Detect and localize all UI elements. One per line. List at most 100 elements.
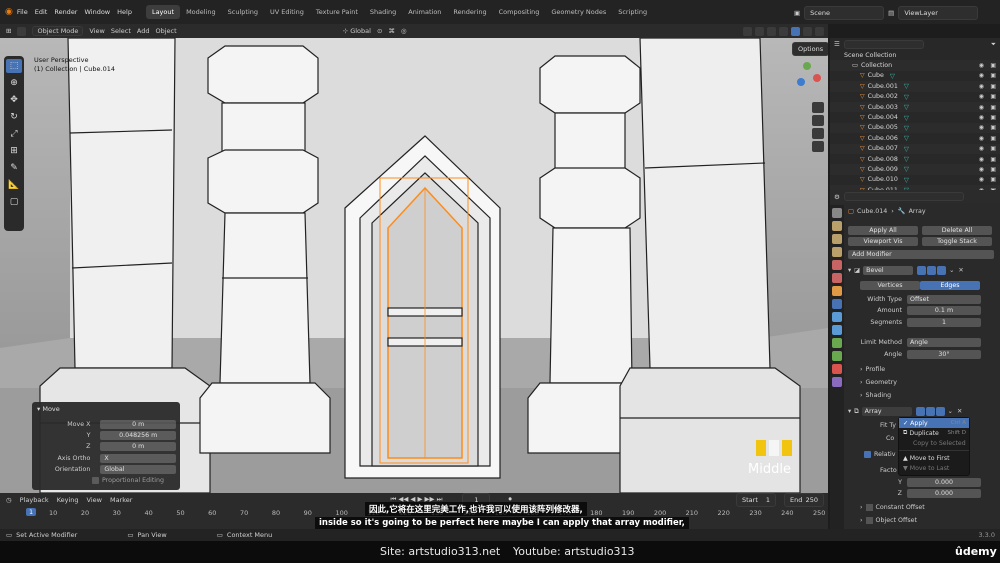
eye-icon[interactable]: ◉ (979, 145, 984, 152)
bevel-viewport-icon[interactable] (927, 266, 937, 275)
outliner-item[interactable]: ▽ Cube.004 ▽ ◉ ▣ (830, 112, 1000, 122)
material-shading-icon[interactable] (803, 26, 812, 36)
annotate-tool-icon[interactable]: ✎ (6, 161, 22, 175)
outliner-search[interactable] (843, 39, 924, 49)
segments-field[interactable]: 1 (907, 318, 981, 327)
camera-icon[interactable]: ▣ (990, 166, 996, 173)
gizmo-z-icon[interactable] (797, 78, 805, 86)
view-layer-tab-icon[interactable] (832, 247, 842, 257)
texture-tab-icon[interactable] (832, 377, 842, 387)
data-tab-icon[interactable] (832, 351, 842, 361)
camera-icon[interactable] (812, 128, 824, 139)
menu-object[interactable]: Object (156, 27, 177, 35)
pan-icon[interactable] (812, 115, 824, 126)
relative-offset-checkbox[interactable] (864, 451, 871, 458)
start-frame-field[interactable]: Start 1 (736, 492, 776, 507)
scene-collection-row[interactable]: Scene Collection (830, 50, 1000, 60)
menu-item-move-to-first[interactable]: ▲ Move to First (899, 453, 969, 463)
camera-icon[interactable]: ▣ (990, 156, 996, 163)
shading-section[interactable]: › Shading (860, 392, 891, 399)
array-collapse-icon[interactable]: ▾ (848, 408, 851, 415)
outliner-item[interactable]: ▽ Cube.008 ▽ ◉ ▣ (830, 154, 1000, 164)
outliner-item[interactable]: ▽ Cube.006 ▽ ◉ ▣ (830, 133, 1000, 143)
move-x-field[interactable]: 0 m (100, 420, 176, 429)
eye-icon[interactable]: ◉ (979, 135, 984, 142)
playhead[interactable]: 1 (26, 508, 37, 516)
menu-help[interactable]: Help (117, 8, 132, 16)
outliner-item[interactable]: ▽ Cube.005 ▽ ◉ ▣ (830, 122, 1000, 134)
bevel-collapse-icon[interactable]: ▾ (848, 267, 851, 274)
mode-select[interactable]: Object Mode (32, 26, 84, 36)
amount-field[interactable]: 0.1 m (907, 306, 981, 315)
proportional-checkbox[interactable] (92, 477, 99, 484)
scale-tool-icon[interactable]: ⤢ (6, 127, 22, 141)
tab-shading[interactable]: Shading (364, 5, 402, 19)
menu-select[interactable]: Select (111, 27, 131, 35)
eye-icon[interactable]: ◉ (979, 176, 984, 183)
array-render-icon[interactable] (935, 407, 945, 416)
constant-offset-checkbox[interactable] (865, 504, 873, 511)
width-type-select[interactable]: Offset (907, 295, 981, 304)
gizmo-x-icon[interactable] (813, 74, 821, 82)
tab-rendering[interactable]: Rendering (447, 5, 492, 19)
filter-icon[interactable]: ⏷ (991, 40, 996, 49)
transform-orientation[interactable]: ⊹ Global (343, 27, 371, 35)
camera-icon[interactable]: ▣ (990, 83, 996, 90)
collection-row[interactable]: ▭ Collection ◉ ▣ (830, 60, 1000, 71)
particles-tab-icon[interactable] (832, 312, 842, 322)
menu-item-apply[interactable]: ✓ Apply Ctrl A (899, 418, 969, 428)
outliner-item[interactable]: ▽ Cube.001 ▽ ◉ ▣ (830, 81, 1000, 92)
menu-render[interactable]: Render (54, 8, 77, 16)
camera-icon[interactable]: ▣ (990, 62, 996, 69)
menu-add[interactable]: Add (137, 27, 150, 35)
axis-ortho-select[interactable]: X (100, 454, 176, 463)
transform-tool-icon[interactable]: ⊞ (6, 144, 22, 158)
constraints-tab-icon[interactable] (832, 338, 842, 348)
grid-icon[interactable] (812, 141, 824, 152)
limit-method-select[interactable]: Angle (907, 338, 981, 347)
gizmo-icon[interactable] (755, 26, 764, 36)
array-editmode-icon[interactable] (915, 407, 925, 416)
object-tab-icon[interactable] (832, 286, 842, 296)
bevel-render-icon[interactable] (937, 266, 947, 275)
editor-type-icon[interactable]: ⊞ (6, 27, 11, 35)
profile-section[interactable]: › Profile (860, 366, 885, 373)
apply-all-button[interactable]: Apply All (848, 226, 918, 235)
array-viewport-icon[interactable] (925, 407, 935, 416)
properties-search[interactable] (843, 192, 964, 201)
move-z-field[interactable]: 0 m (100, 442, 176, 451)
menu-view[interactable]: View (89, 27, 104, 35)
menu-item-move-to-last[interactable]: ▼ Move to Last (899, 463, 969, 473)
camera-icon[interactable]: ▣ (990, 124, 996, 131)
tab-texture-paint[interactable]: Texture Paint (310, 5, 364, 19)
eye-icon[interactable]: ◉ (979, 62, 984, 69)
zoom-icon[interactable] (812, 102, 824, 113)
outliner-type-icon[interactable]: ☰ (834, 40, 840, 48)
menu-edit[interactable]: Edit (35, 8, 48, 16)
angle-field[interactable]: 30° (907, 350, 981, 359)
snap-icon[interactable]: ⌘ (388, 27, 395, 35)
rendered-shading-icon[interactable] (815, 26, 824, 36)
tab-layout[interactable]: Layout (145, 5, 181, 19)
tab-sculpting[interactable]: Sculpting (222, 5, 264, 19)
cursor-tool-icon[interactable]: ⊕ (6, 76, 22, 90)
move-y-field[interactable]: 0.048256 m (100, 431, 176, 440)
scene-field[interactable]: Scene (804, 6, 885, 20)
eye-icon[interactable]: ◉ (979, 93, 984, 100)
eye-icon[interactable]: ◉ (979, 72, 984, 79)
array-y-field[interactable]: 0.000 (907, 478, 981, 487)
bevel-edges-tab[interactable]: Edges (920, 281, 980, 290)
menu-timeline-view[interactable]: View (87, 496, 102, 504)
array-close-icon[interactable]: ✕ (957, 408, 962, 415)
eye-icon[interactable]: ◉ (979, 124, 984, 131)
orientation-select[interactable]: Global (100, 465, 176, 474)
eye-icon[interactable]: ◉ (979, 156, 984, 163)
menu-item-duplicate[interactable]: ⧉ Duplicate Shift D (899, 428, 969, 438)
render-tab-icon[interactable] (832, 221, 842, 231)
tab-animation[interactable]: Animation (402, 5, 447, 19)
camera-icon[interactable]: ▣ (990, 114, 996, 121)
bevel-vertices-tab[interactable]: Vertices (860, 281, 920, 290)
options-dropdown[interactable]: Options (792, 42, 828, 56)
menu-marker[interactable]: Marker (110, 496, 132, 504)
measure-tool-icon[interactable]: 📐 (6, 178, 22, 192)
